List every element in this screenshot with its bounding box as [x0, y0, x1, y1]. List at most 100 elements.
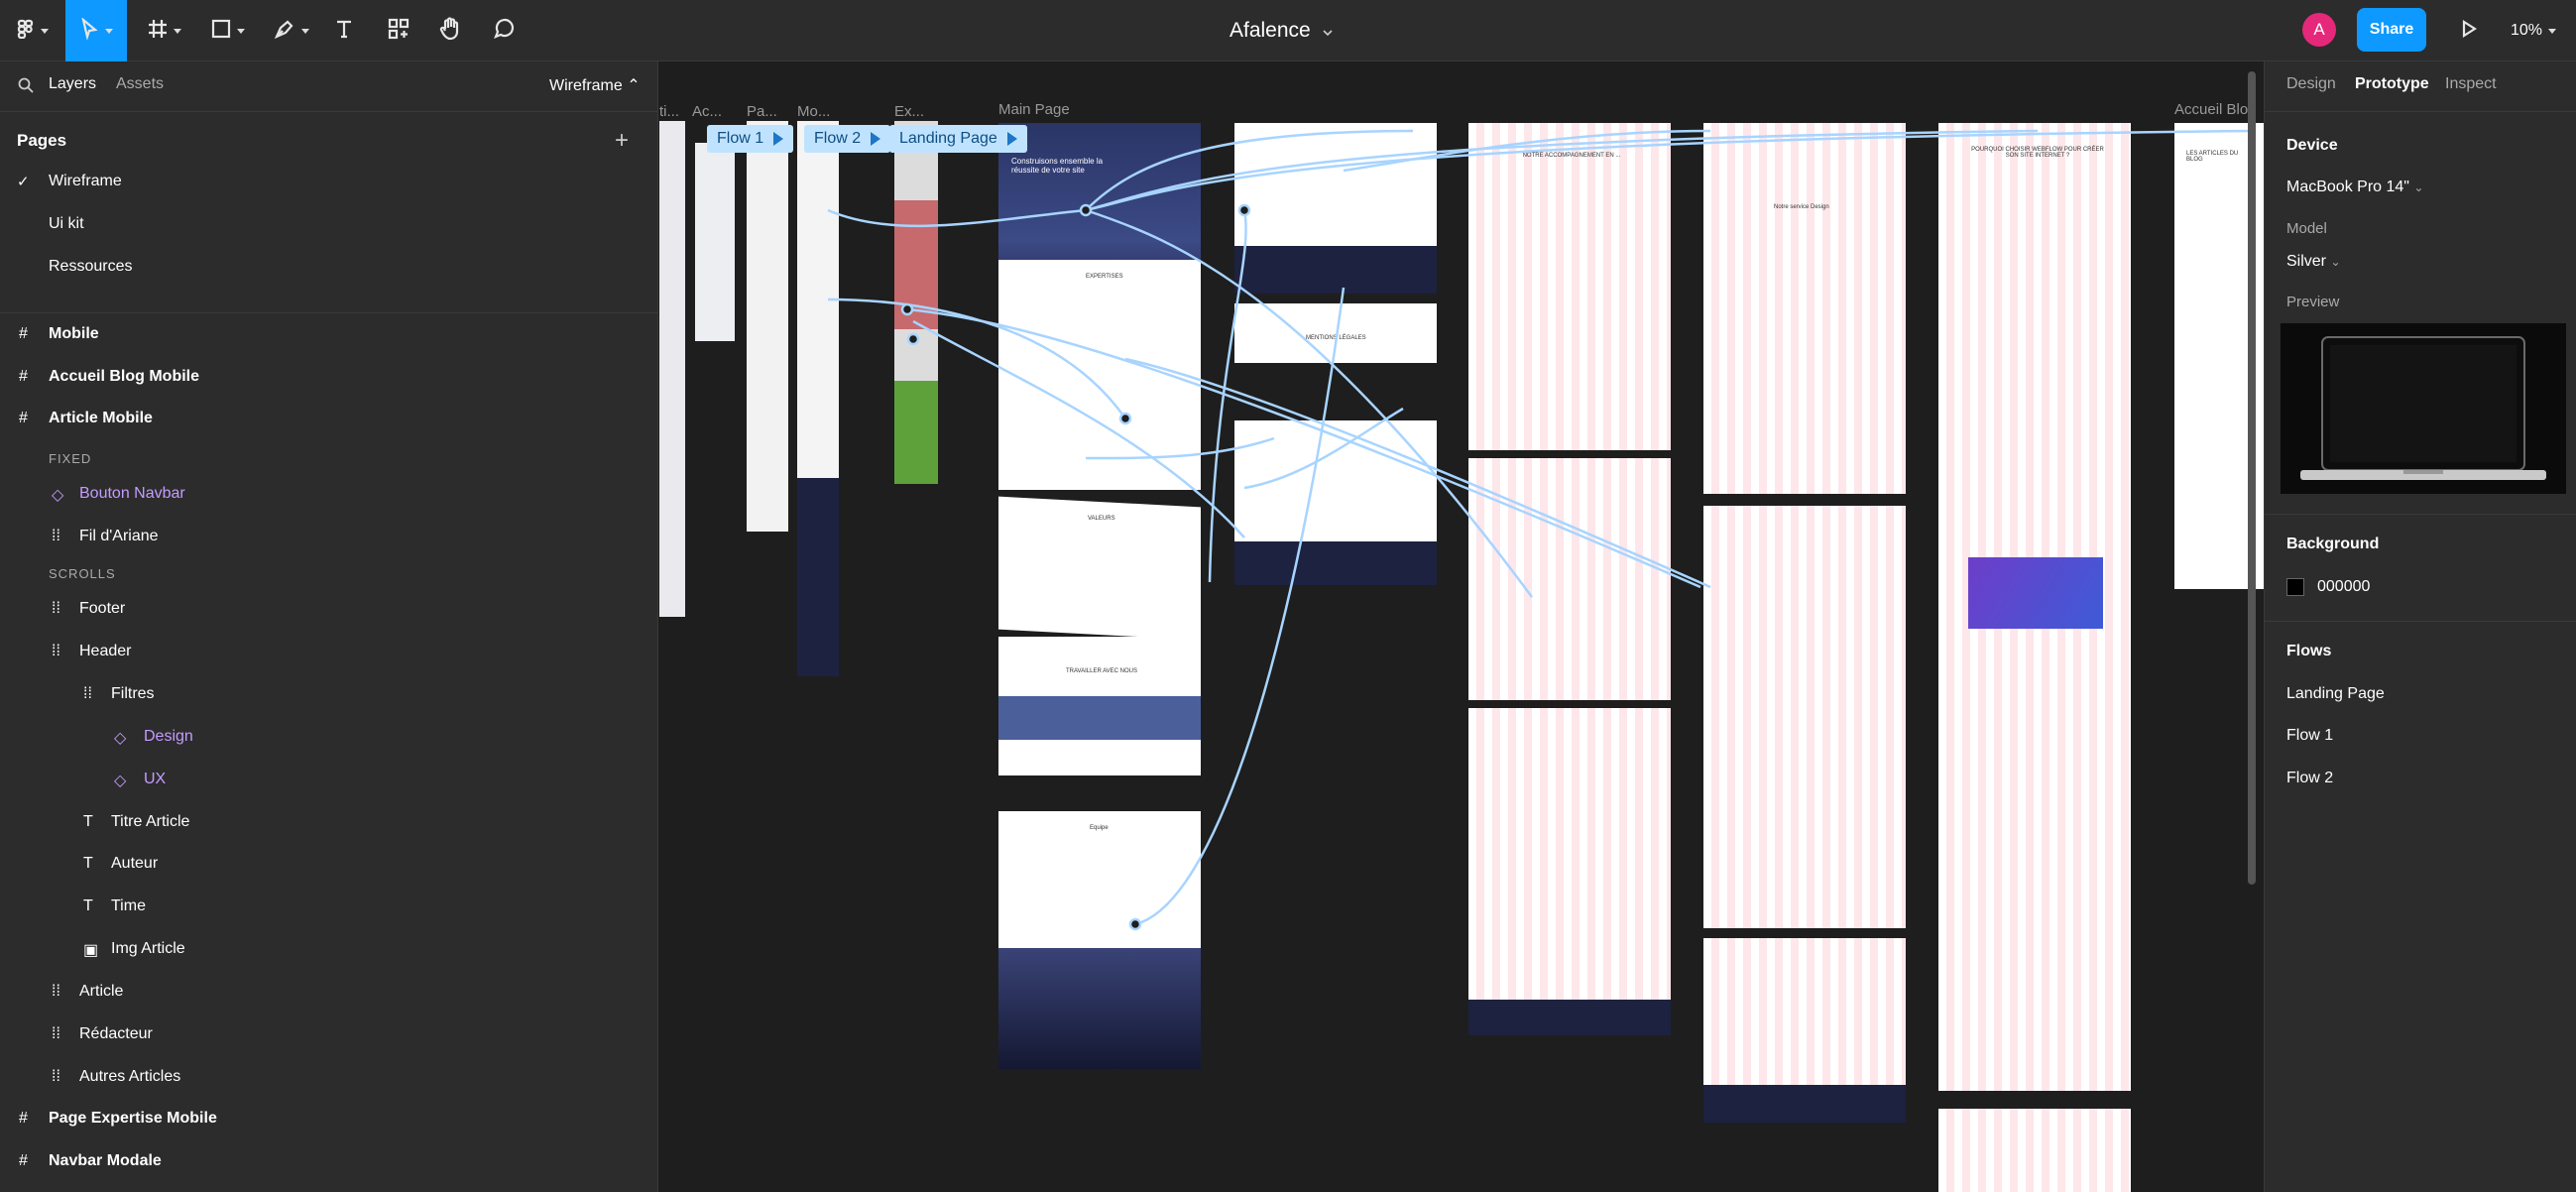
section-scrolls: SCROLLS: [49, 566, 116, 581]
page-select-label: Wireframe: [549, 77, 623, 94]
chevron-down-icon: [1323, 19, 1333, 43]
tab-layers[interactable]: Layers: [49, 75, 96, 93]
divider: [2265, 111, 2576, 112]
divider: [2265, 621, 2576, 622]
connection-line: [1085, 208, 1534, 598]
shape-tool-button[interactable]: [202, 0, 254, 61]
group-icon: ⁞⁞: [52, 600, 60, 617]
section-fixed: FIXED: [49, 451, 92, 466]
model-select[interactable]: Silver ⌄: [2286, 253, 2341, 271]
group-icon: ⁞⁞: [83, 685, 92, 702]
layer-accueil-blog-mobile[interactable]: Accueil Blog Mobile: [49, 368, 199, 386]
device-select[interactable]: MacBook Pro 14" ⌄: [2286, 179, 2423, 196]
background-heading: Background: [2286, 536, 2380, 552]
layer-label: Accueil Blog Mobile: [49, 368, 200, 385]
present-button[interactable]: [2451, 0, 2487, 61]
layer-redacteur[interactable]: Rédacteur: [79, 1025, 153, 1043]
layer-design[interactable]: Design: [144, 728, 193, 746]
group-icon: ⁞⁞: [52, 1068, 60, 1085]
connection-node: [1079, 203, 1093, 217]
layer-time[interactable]: Time: [111, 897, 146, 915]
search-icon[interactable]: [17, 76, 35, 99]
layer-ux[interactable]: UX: [144, 771, 166, 788]
frame-icon: #: [19, 1110, 28, 1127]
layer-label: Fil d'Ariane: [79, 528, 159, 544]
canvas[interactable]: ti... Ac... Pa... Mo... Ex... Main Page …: [659, 61, 2264, 1192]
file-title[interactable]: Afalence: [1229, 0, 1333, 61]
frame-icon: #: [19, 368, 28, 385]
layer-header[interactable]: Header: [79, 643, 131, 660]
comment-tool-button[interactable]: [486, 0, 522, 61]
resources-button[interactable]: [381, 0, 416, 61]
model-value: Silver: [2286, 253, 2327, 270]
layer-label: Article Mobile: [49, 410, 153, 426]
flow-item-landing-page[interactable]: Landing Page: [2286, 685, 2385, 703]
connection-line: [912, 319, 1245, 538]
text-layer-icon: T: [83, 897, 93, 914]
connection-line: [827, 208, 1087, 228]
group-icon: ⁞⁞: [52, 983, 60, 1000]
pages-heading: Pages: [17, 131, 67, 150]
group-icon: ⁞⁞: [52, 643, 60, 659]
main-menu-button[interactable]: [8, 0, 58, 61]
background-swatch[interactable]: [2286, 578, 2304, 596]
avatar[interactable]: A: [2302, 13, 2336, 47]
layer-label: Auteur: [111, 855, 159, 872]
toolbar: Afalence A Share 10%: [0, 0, 2576, 61]
tab-assets[interactable]: Assets: [116, 75, 164, 93]
hand-icon: [439, 16, 461, 46]
tab-prototype[interactable]: Prototype: [2355, 75, 2429, 93]
layer-fil-ariane[interactable]: Fil d'Ariane: [79, 528, 159, 545]
share-button[interactable]: Share: [2357, 8, 2426, 52]
zoom-control[interactable]: 10%: [2511, 0, 2557, 61]
layer-article-mobile[interactable]: Article Mobile: [49, 410, 153, 427]
components-icon: [388, 18, 410, 45]
page-item-ui-kit[interactable]: Ui kit: [49, 215, 84, 233]
frame-icon: #: [19, 1152, 28, 1169]
layer-page-expertise-mobile[interactable]: Page Expertise Mobile: [49, 1110, 217, 1128]
chevron-down-icon: ⌄: [2330, 255, 2341, 269]
layer-bouton-navbar[interactable]: Bouton Navbar: [79, 485, 185, 503]
model-label: Model: [2286, 220, 2327, 237]
layer-autres-articles[interactable]: Autres Articles: [79, 1068, 180, 1086]
layer-titre-article[interactable]: Titre Article: [111, 813, 189, 831]
pen-icon: [274, 18, 295, 45]
connection-line: [827, 298, 1127, 419]
layer-mobile[interactable]: Mobile: [49, 325, 99, 343]
connection-node: [1118, 412, 1132, 425]
tab-design[interactable]: Design: [2286, 75, 2336, 93]
connection-line: [906, 307, 1701, 589]
move-tool-button[interactable]: [65, 0, 127, 61]
tab-inspect[interactable]: Inspect: [2445, 75, 2497, 93]
hand-tool-button[interactable]: [432, 0, 468, 61]
background-value[interactable]: 000000: [2317, 578, 2370, 596]
pen-tool-button[interactable]: [266, 0, 317, 61]
component-instance-icon: ◇: [114, 773, 127, 789]
layer-filtres[interactable]: Filtres: [111, 685, 155, 703]
text-tool-button[interactable]: [329, 0, 359, 61]
component-instance-icon: ◇: [52, 487, 64, 504]
flow-item-flow-1[interactable]: Flow 1: [2286, 727, 2333, 745]
layer-label: Titre Article: [111, 813, 190, 830]
group-icon: ⁞⁞: [52, 528, 60, 544]
divider: [2265, 514, 2576, 515]
flow-item-flow-2[interactable]: Flow 2: [2286, 770, 2333, 787]
canvas-scrollbar[interactable]: [2248, 71, 2256, 885]
zoom-level: 10%: [2511, 22, 2543, 39]
layer-footer[interactable]: Footer: [79, 600, 125, 618]
connection-node: [906, 332, 920, 346]
layer-img-article[interactable]: Img Article: [111, 940, 185, 958]
cursor-icon: [79, 16, 99, 45]
add-page-icon[interactable]: +: [615, 127, 629, 155]
layer-article[interactable]: Article: [79, 983, 123, 1001]
page-item-wireframe[interactable]: Wireframe: [49, 173, 122, 190]
layer-navbar-modale[interactable]: Navbar Modale: [49, 1152, 162, 1170]
layer-label: Rédacteur: [79, 1025, 153, 1042]
layer-label: Article: [79, 983, 124, 1000]
frame-tool-button[interactable]: [139, 0, 190, 61]
frame-icon: #: [19, 325, 28, 342]
comment-icon: [493, 18, 515, 45]
page-item-ressources[interactable]: Ressources: [49, 258, 132, 276]
page-select[interactable]: Wireframe ⌃: [549, 75, 641, 95]
layer-auteur[interactable]: Auteur: [111, 855, 158, 873]
